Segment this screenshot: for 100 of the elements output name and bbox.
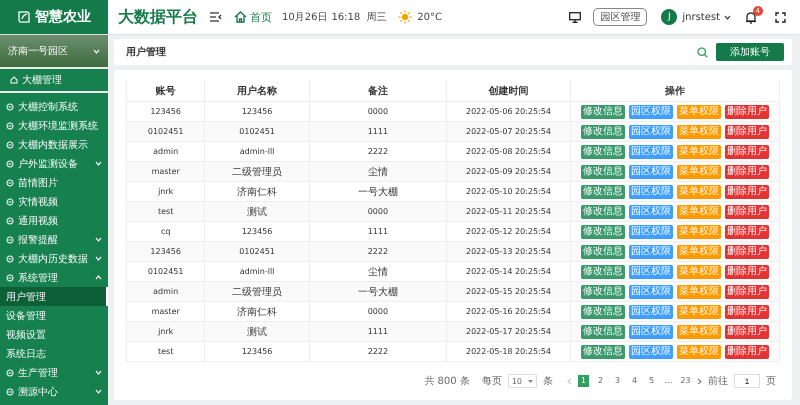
table-cell: 2022-05-17 20:25:54 — [446, 322, 571, 342]
search-icon[interactable] — [697, 46, 708, 58]
dropdown-icon — [528, 380, 533, 382]
fullscreen-icon[interactable] — [775, 12, 786, 22]
sidebar-item[interactable]: 通用视频 — [0, 211, 108, 230]
table-cell: 二级管理员 — [204, 162, 310, 182]
park-button[interactable]: 园区权限 — [629, 124, 673, 138]
edit-button[interactable]: 修改信息 — [581, 164, 625, 178]
page-title: 用户管理 — [126, 45, 167, 59]
sidebar-item[interactable]: 大棚内历史数据 — [0, 249, 108, 268]
park-button[interactable]: 园区权限 — [629, 204, 673, 218]
menu-item-icon — [6, 368, 14, 376]
add-account-button[interactable]: 添加账号 — [716, 43, 784, 61]
edit-button[interactable]: 修改信息 — [581, 304, 625, 318]
edit-button[interactable]: 修改信息 — [581, 344, 625, 358]
edit-button[interactable]: 修改信息 — [581, 264, 625, 278]
per-page-unit: 条 — [543, 375, 553, 388]
delete-button[interactable]: 删除用户 — [725, 244, 769, 258]
park-management-button[interactable]: 园区管理 — [593, 8, 648, 26]
delete-button[interactable]: 删除用户 — [725, 184, 769, 198]
sidebar-item[interactable]: 苗情图片 — [0, 173, 108, 192]
delete-button[interactable]: 删除用户 — [725, 144, 769, 158]
edit-button[interactable]: 修改信息 — [581, 324, 625, 338]
park-button[interactable]: 园区权限 — [629, 264, 673, 278]
park-button[interactable]: 园区权限 — [629, 344, 673, 358]
delete-button[interactable]: 删除用户 — [725, 164, 769, 178]
column-header: 用户名称 — [204, 80, 310, 102]
delete-button[interactable]: 删除用户 — [725, 304, 769, 318]
park-button[interactable]: 园区权限 — [629, 184, 673, 198]
chevron-down-icon[interactable] — [724, 14, 731, 20]
monitor-icon[interactable] — [569, 12, 582, 22]
sidebar-subitem[interactable]: 用户管理 — [0, 287, 108, 306]
sidebar-subitem[interactable]: 视频设置 — [0, 325, 108, 344]
page-button[interactable]: 4 — [629, 375, 640, 387]
park-button[interactable]: 园区权限 — [629, 244, 673, 258]
goto-label: 前往 — [708, 374, 728, 388]
sidebar-item[interactable]: 生产管理 — [0, 363, 108, 382]
page-button[interactable]: 5 — [646, 375, 657, 387]
home-link[interactable]: 首页 — [234, 10, 272, 24]
edit-button[interactable]: 修改信息 — [581, 224, 625, 238]
edit-button[interactable]: 修改信息 — [581, 204, 625, 218]
sidebar-subitem[interactable]: 设备管理 — [0, 306, 108, 325]
total-count: 共 800 条 — [424, 374, 470, 388]
sidebar-item[interactable]: 大棚环境监测系统 — [0, 116, 108, 135]
park-button[interactable]: 园区权限 — [629, 144, 673, 158]
table-cell: 尘情 — [309, 162, 446, 182]
logo: 智慧农业 — [0, 0, 108, 34]
table-cell: 2022-05-11 20:25:54 — [446, 202, 571, 222]
page-button[interactable]: … — [663, 375, 674, 387]
park-button[interactable]: 园区权限 — [629, 284, 673, 298]
next-page-icon[interactable] — [697, 378, 702, 384]
table-cell: master — [126, 162, 205, 182]
edit-button[interactable]: 修改信息 — [581, 184, 625, 198]
sun-icon — [398, 10, 412, 24]
page-button[interactable]: 3 — [612, 375, 623, 387]
table-cell: 1111 — [309, 122, 446, 142]
delete-button[interactable]: 删除用户 — [725, 344, 769, 358]
table-cell: 二级管理员 — [204, 282, 310, 302]
bell-icon[interactable] — [745, 10, 757, 24]
page-button[interactable]: 23 — [680, 375, 691, 387]
sidebar-item[interactable]: 大棚内数据展示 — [0, 135, 108, 154]
per-page-select[interactable]: 10 — [508, 374, 537, 388]
park-button[interactable]: 园区权限 — [629, 224, 673, 238]
menu-toggle-icon[interactable] — [210, 12, 222, 22]
park-button[interactable]: 园区权限 — [629, 304, 673, 318]
park-button[interactable]: 园区权限 — [629, 324, 673, 338]
sidebar-item[interactable]: 大棚控制系统 — [0, 97, 108, 116]
region-selector[interactable]: 济南一号园区 — [0, 35, 108, 69]
sidebar-subitem[interactable]: 系统日志 — [0, 344, 108, 363]
username[interactable]: jnrstest — [682, 12, 720, 22]
table-cell: 0102451 — [126, 122, 205, 142]
edit-button[interactable]: 修改信息 — [581, 124, 625, 138]
page-button[interactable]: 2 — [595, 375, 606, 387]
delete-button[interactable]: 删除用户 — [725, 224, 769, 238]
park-button[interactable]: 园区权限 — [629, 164, 673, 178]
sidebar-item[interactable]: 报警提醒 — [0, 230, 108, 249]
edit-button[interactable]: 修改信息 — [581, 284, 625, 298]
edit-button[interactable]: 修改信息 — [581, 144, 625, 158]
user-avatar[interactable]: J — [661, 9, 678, 25]
column-header: 操作 — [570, 80, 780, 102]
sidebar-item[interactable]: 灾情视频 — [0, 192, 108, 211]
page-button[interactable]: 1 — [578, 375, 589, 387]
edit-button[interactable]: 修改信息 — [581, 244, 625, 258]
delete-button[interactable]: 删除用户 — [725, 104, 769, 118]
table-cell: jnrk — [126, 322, 205, 342]
platform-title: 大数据平台 — [118, 6, 198, 28]
home-icon — [234, 11, 247, 23]
sidebar-item[interactable]: 系统管理 — [0, 268, 108, 287]
goto-page-field[interactable]: 1 — [734, 374, 760, 388]
delete-button[interactable]: 删除用户 — [725, 204, 769, 218]
delete-button[interactable]: 删除用户 — [725, 264, 769, 278]
park-button[interactable]: 园区权限 — [629, 104, 673, 118]
column-header: 账号 — [126, 80, 205, 102]
edit-button[interactable]: 修改信息 — [581, 104, 625, 118]
delete-button[interactable]: 删除用户 — [725, 124, 769, 138]
delete-button[interactable]: 删除用户 — [725, 284, 769, 298]
delete-button[interactable]: 删除用户 — [725, 324, 769, 338]
per-page-label: 每页 — [482, 375, 502, 388]
sidebar-item[interactable]: 户外监测设备 — [0, 154, 108, 173]
sidebar-item[interactable]: 溯源中心 — [0, 382, 108, 401]
